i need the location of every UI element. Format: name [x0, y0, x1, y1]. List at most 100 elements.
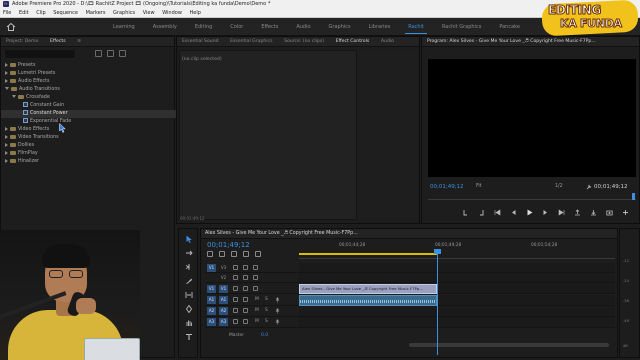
step-forward-icon[interactable] [542, 209, 549, 216]
program-time-ruler[interactable] [428, 194, 636, 200]
slip-tool-icon[interactable] [185, 291, 193, 299]
track-select-tool-icon[interactable] [185, 249, 193, 257]
home-icon[interactable] [6, 22, 16, 32]
collapsed-triangle-icon[interactable] [5, 134, 8, 139]
menu-markers[interactable]: Markers [86, 10, 106, 16]
track-target[interactable]: V3 [219, 264, 228, 272]
export-frame-icon[interactable] [606, 209, 613, 216]
lift-icon[interactable] [574, 209, 581, 216]
razor-tool-icon[interactable] [185, 277, 193, 285]
linked-selection-icon[interactable] [231, 251, 237, 257]
tab-audio[interactable]: Audio [376, 37, 399, 46]
track-lane-v3[interactable] [299, 263, 615, 273]
video-clip[interactable]: Alex Silves - Give Me Your Love _♬ Copyr… [299, 284, 437, 294]
play-icon[interactable] [526, 209, 533, 216]
timeline-scrollbar[interactable] [299, 343, 615, 347]
source-patch[interactable]: A3 [207, 318, 216, 326]
snap-icon[interactable] [219, 251, 225, 257]
panel-menu-icon[interactable]: ≡ [72, 37, 86, 46]
tree-video-effects[interactable]: Video Effects [1, 126, 176, 134]
workspace-pancake[interactable]: Pancake [490, 18, 529, 36]
tree-constant-gain[interactable]: Constant Gain [1, 102, 176, 110]
sync-lock-icon[interactable] [233, 286, 238, 291]
mark-out-icon[interactable] [478, 209, 485, 216]
menu-edit[interactable]: Edit [19, 10, 29, 16]
track-lane-a2[interactable] [299, 306, 615, 317]
menu-window[interactable]: Window [162, 10, 182, 16]
track-target[interactable]: V2 [219, 274, 228, 282]
tab-source[interactable]: Source: (no clips) [279, 37, 329, 46]
track-target[interactable]: A3 [219, 318, 228, 326]
solo-button[interactable]: S [265, 307, 268, 315]
workspace-color[interactable]: Color [221, 18, 252, 36]
selection-tool-icon[interactable] [185, 235, 193, 243]
resolution-select[interactable]: 1/2 [555, 184, 563, 189]
toggle-output-icon[interactable] [243, 265, 248, 270]
source-patch[interactable]: V1 [207, 285, 216, 293]
collapsed-triangle-icon[interactable] [5, 142, 8, 147]
wrench-icon[interactable] [586, 184, 592, 190]
collapsed-triangle-icon[interactable] [5, 126, 8, 131]
timeline-scrollbar-thumb[interactable] [409, 343, 609, 347]
add-marker-icon[interactable] [243, 251, 249, 257]
toggle-output-icon[interactable] [243, 286, 248, 291]
go-to-in-icon[interactable] [494, 209, 501, 216]
tab-program[interactable]: Program: Alex Silves - Give Me Your Love… [422, 37, 601, 46]
workspace-rachit[interactable]: Rachit [399, 18, 433, 36]
solo-button[interactable]: S [265, 318, 268, 326]
tree-presets[interactable]: Presets [1, 62, 176, 70]
menu-file[interactable]: File [3, 10, 11, 16]
tree-constant-power[interactable]: Constant Power [1, 110, 176, 118]
collapsed-triangle-icon[interactable] [5, 158, 8, 163]
toggle-output-icon[interactable] [243, 275, 248, 280]
workspace-editing[interactable]: Editing [186, 18, 221, 36]
solo-button[interactable]: S [265, 296, 268, 304]
step-back-icon[interactable] [510, 209, 517, 216]
source-patch[interactable]: A1 [207, 296, 216, 304]
eye-icon[interactable] [253, 275, 258, 280]
type-tool-icon[interactable] [185, 333, 193, 341]
collapsed-triangle-icon[interactable] [5, 62, 8, 67]
menu-help[interactable]: Help [190, 10, 201, 16]
program-playhead[interactable] [632, 193, 635, 200]
timeline-timecode[interactable]: 00;01;49;12 [207, 241, 250, 249]
toggle-output-icon[interactable] [243, 308, 248, 313]
mute-button[interactable]: M [255, 307, 259, 315]
tree-video-transitions[interactable]: Video Transitions [1, 134, 176, 142]
workspace-learning[interactable]: Learning [104, 18, 144, 36]
source-patch[interactable]: A2 [207, 307, 216, 315]
timeline-settings-icon[interactable] [255, 251, 261, 257]
track-target[interactable]: V1 [219, 285, 228, 293]
mute-button[interactable]: M [255, 296, 259, 304]
eye-icon[interactable] [253, 286, 258, 291]
menu-view[interactable]: View [143, 10, 155, 16]
track-target[interactable]: A1 [219, 296, 228, 304]
effects-search-input[interactable] [5, 50, 75, 58]
source-patch[interactable]: V1 [207, 264, 216, 272]
master-volume-value[interactable]: 0.0 [261, 333, 268, 338]
collapsed-triangle-icon[interactable] [5, 78, 8, 83]
tab-effect-controls[interactable]: Effect Controls [331, 37, 375, 46]
toggle-output-icon[interactable] [243, 319, 248, 324]
pen-tool-icon[interactable] [185, 305, 193, 313]
expanded-triangle-icon[interactable] [12, 95, 16, 98]
workspace-rachit-graphics[interactable]: Rachit Graphics [433, 18, 490, 36]
menu-graphics[interactable]: Graphics [113, 10, 135, 16]
toggle-output-icon[interactable] [243, 297, 248, 302]
ripple-edit-tool-icon[interactable] [185, 263, 193, 271]
menu-sequence[interactable]: Sequence [53, 10, 78, 16]
workspace-assembly[interactable]: Assembly [144, 18, 186, 36]
eye-icon[interactable] [253, 265, 258, 270]
workspace-audio[interactable]: Audio [287, 18, 319, 36]
work-area-bar[interactable] [299, 253, 437, 255]
button-editor-icon[interactable] [622, 209, 629, 216]
extract-icon[interactable] [590, 209, 597, 216]
32bit-effects-icon[interactable] [107, 50, 114, 57]
microphone-icon[interactable] [275, 297, 280, 303]
program-video-frame[interactable] [428, 59, 636, 177]
sync-lock-icon[interactable] [233, 265, 238, 270]
accelerated-effects-icon[interactable] [95, 50, 102, 57]
tab-essential-sound[interactable]: Essential Sound [177, 37, 224, 46]
tree-lumetri-presets[interactable]: Lumetri Presets [1, 70, 176, 78]
track-lane-v2[interactable] [299, 273, 615, 283]
